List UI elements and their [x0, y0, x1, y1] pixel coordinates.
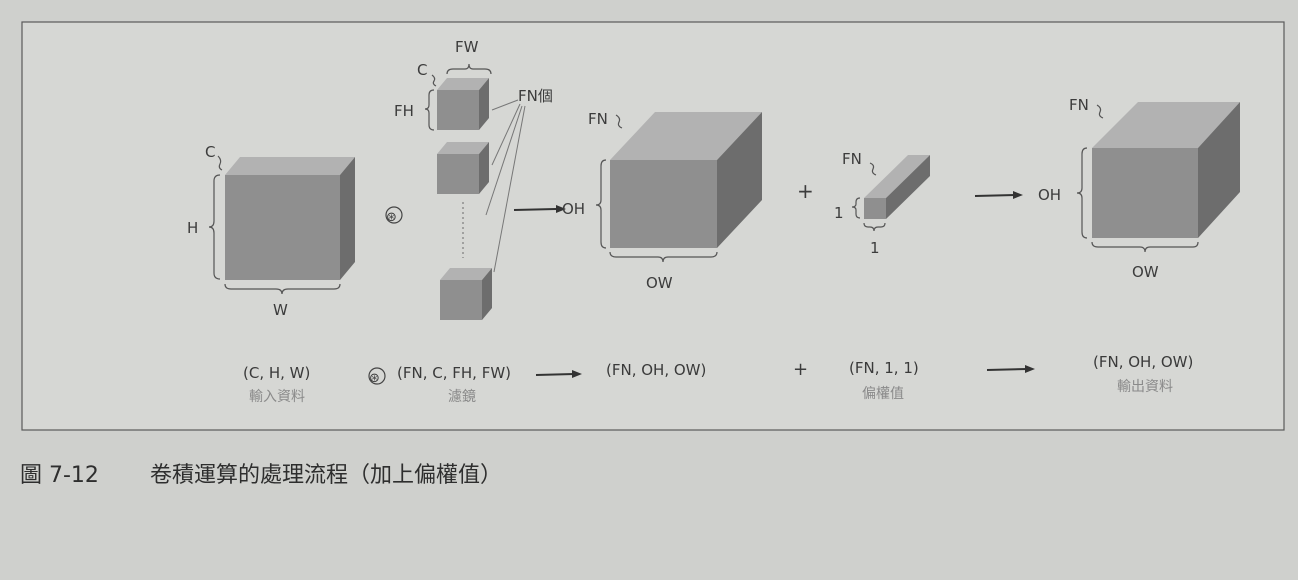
caption-output-name: 輸出資料 — [1117, 379, 1173, 395]
bias-fn-label: FN — [842, 150, 862, 168]
caption-filter-shape: (FN, C, FH, FW) — [397, 364, 511, 382]
caption-input-shape: (C, H, W) — [243, 364, 310, 382]
caption-input-name: 輸入資料 — [249, 389, 305, 405]
figure-title: 卷積運算的處理流程（加上偏權值） — [150, 463, 502, 488]
caption-filter-name: 濾鏡 — [448, 389, 476, 405]
caption-bias-shape: (FN, 1, 1) — [849, 359, 919, 377]
caption-conv-shape: (FN, OH, OW) — [606, 361, 706, 379]
bias-one-h-label: 1 — [834, 204, 844, 222]
plus-sign-caption: + — [793, 359, 808, 380]
filter-cube-2 — [437, 142, 489, 194]
convolution-figure: C H W ⊛ FW C FH FN個 FN OH OW + FN 1 1 FN… — [20, 21, 1285, 488]
caption-output-shape: (FN, OH, OW) — [1093, 353, 1193, 371]
caption-arrow-2 — [986, 368, 1028, 371]
caption-bias-name: 偏權值 — [862, 386, 904, 402]
output-oh-label: OH — [1038, 186, 1061, 204]
conv-fn-label: FN — [588, 110, 608, 128]
input-cube — [225, 157, 355, 280]
input-c-label: C — [205, 143, 215, 161]
filter-fh-label: FH — [394, 102, 414, 120]
filter-fw-label: FW — [455, 38, 479, 56]
filter-cube-n — [440, 268, 492, 320]
filter-c-label: C — [417, 61, 427, 79]
conv-ow-label: OW — [646, 274, 673, 292]
plus-sign-diagram: + — [797, 179, 814, 203]
output-ow-label: OW — [1132, 263, 1159, 281]
input-w-label: W — [273, 301, 288, 319]
arrow-to-output — [974, 194, 1016, 197]
output-fn-label: FN — [1069, 96, 1089, 114]
bias-one-w-label: 1 — [870, 239, 880, 257]
conv-oh-label: OH — [562, 200, 585, 218]
figure-number: 圖 7-12 — [20, 463, 99, 488]
arrow-to-conv-output — [513, 208, 557, 211]
filter-count-label: FN個 — [518, 87, 553, 105]
input-h-label: H — [187, 219, 198, 237]
conv-symbol: ⊛ — [386, 210, 397, 225]
filter-cube-1 — [437, 78, 489, 130]
caption-conv-symbol: ⊛ — [369, 371, 380, 386]
caption-arrow-1 — [535, 373, 575, 376]
